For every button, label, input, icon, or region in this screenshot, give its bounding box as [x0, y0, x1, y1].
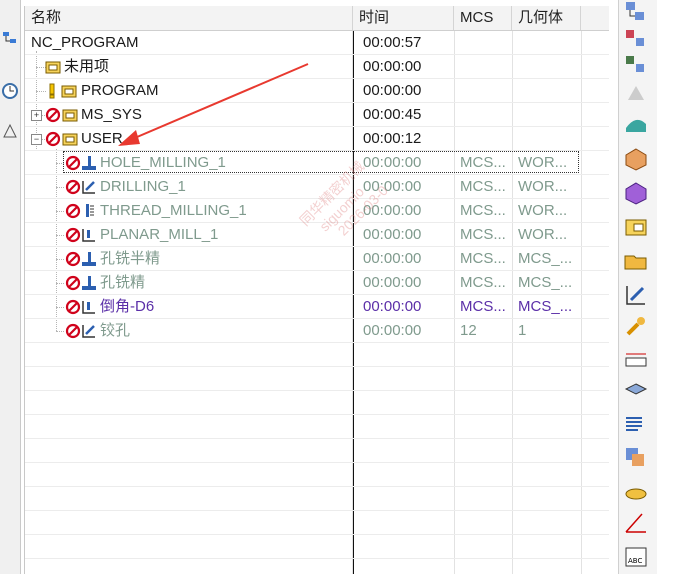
method-view-icon[interactable] — [622, 80, 650, 106]
open-folder-icon[interactable] — [622, 248, 650, 274]
machine-tool-view-icon[interactable] — [622, 26, 650, 52]
program-view-icon[interactable] — [622, 0, 650, 26]
annotation-arrow — [118, 63, 309, 146]
abc-icon[interactable]: ABC — [622, 544, 650, 570]
material-icon[interactable] — [622, 378, 650, 404]
list-icon[interactable] — [622, 412, 650, 438]
svg-text:ABC: ABC — [628, 557, 642, 565]
measure-icon[interactable] — [622, 346, 650, 372]
create-program-icon[interactable] — [622, 112, 650, 138]
angle-icon[interactable] — [622, 510, 650, 536]
right-margin — [657, 0, 689, 574]
wrench-icon[interactable] — [622, 314, 650, 340]
right-toolbar: ABC — [618, 0, 657, 574]
folder-icon[interactable] — [622, 214, 650, 240]
simulate-icon[interactable] — [622, 444, 650, 470]
create-tool-icon[interactable] — [622, 146, 650, 172]
geometry-view-icon[interactable] — [622, 52, 650, 78]
post-icon[interactable] — [622, 478, 650, 504]
edit-icon[interactable] — [622, 282, 650, 308]
create-geometry-icon[interactable] — [622, 180, 650, 206]
